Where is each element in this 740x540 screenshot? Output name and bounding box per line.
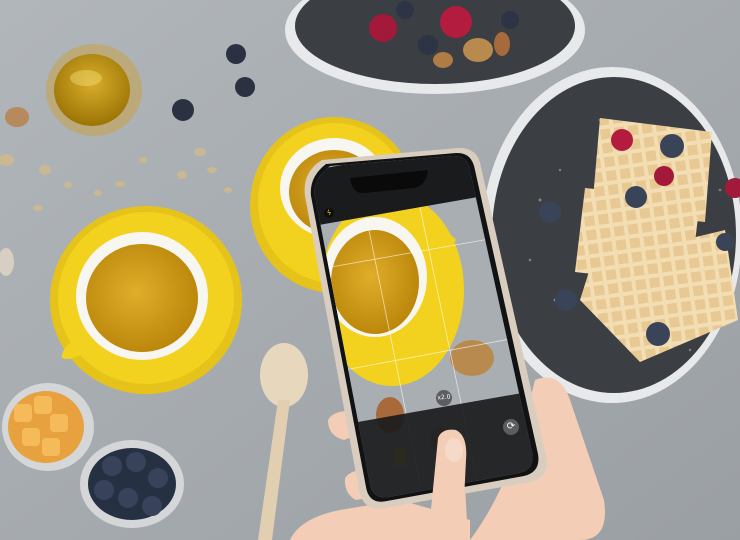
thumbnail-nail: [445, 438, 463, 462]
blueberry-bowl: [80, 440, 184, 528]
left-cup: [50, 206, 242, 394]
candy-bowl: [2, 383, 94, 471]
flip-camera-icon[interactable]: ⟳: [503, 419, 519, 435]
honey-jar: [46, 44, 142, 136]
photo-scene: [0, 0, 740, 540]
flash-icon[interactable]: ϟ: [324, 208, 334, 218]
